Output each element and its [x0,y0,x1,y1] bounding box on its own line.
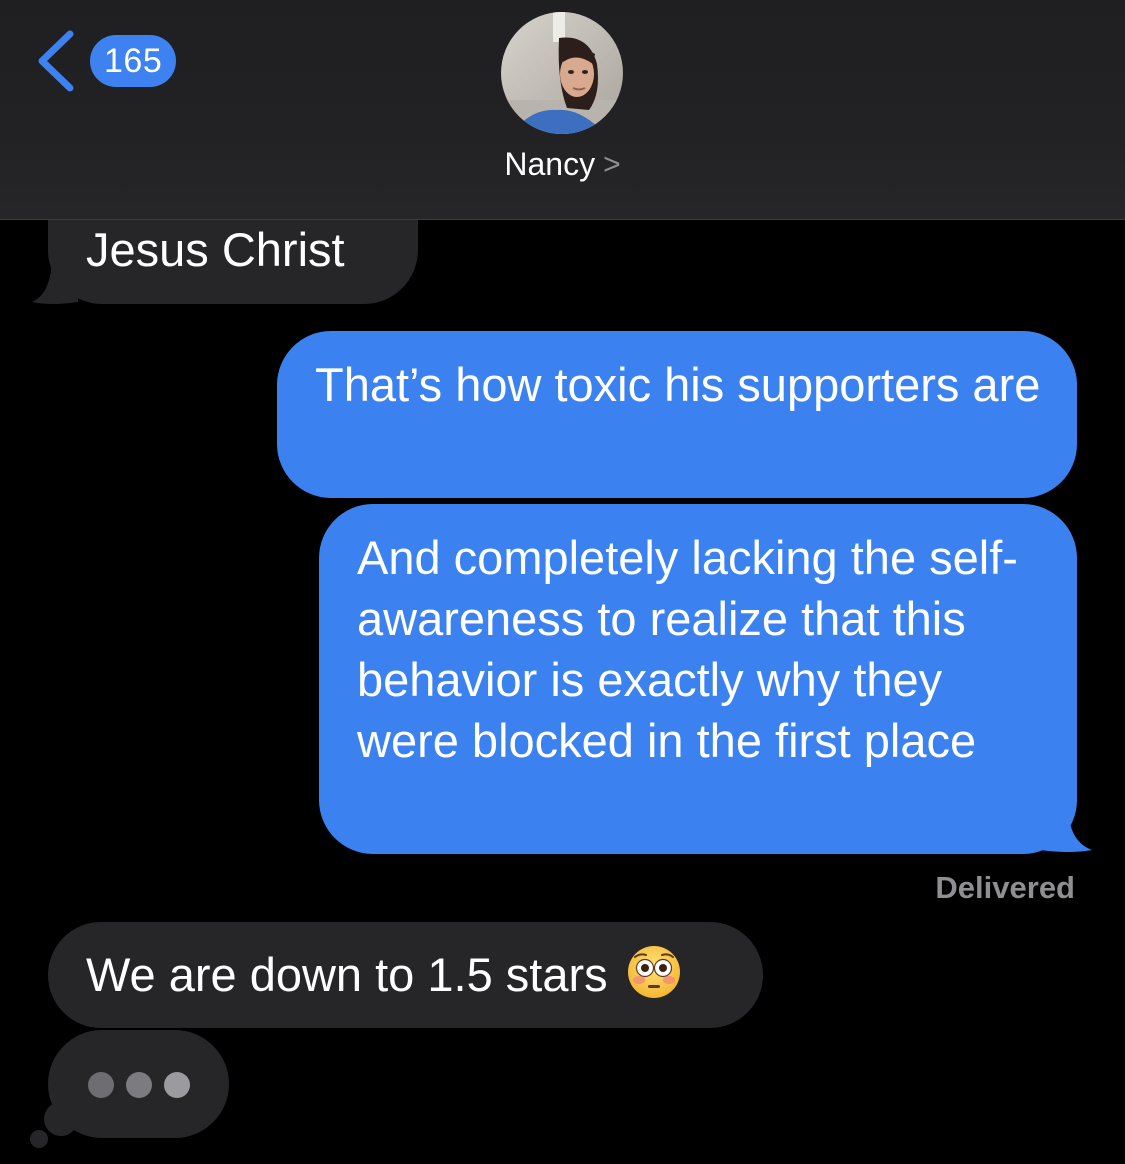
flushed-face-emoji-icon [627,946,680,998]
typing-dot [126,1072,152,1098]
incoming-bubble-tail [32,262,78,304]
back-chevron-icon [38,30,74,92]
contact-avatar[interactable] [501,12,623,134]
contact-photo [501,12,623,134]
outgoing-message-bubble[interactable]: That’s how toxic his supporters are [277,331,1077,498]
delivered-status: Delivered [935,870,1075,905]
typing-dot [88,1072,114,1098]
message-text: Jesus Christ [86,223,345,276]
outgoing-bubble-tail [1040,810,1092,852]
contact-name: Nancy [504,146,596,182]
incoming-message-bubble[interactable]: We are down to 1.5 stars [48,922,763,1028]
conversation-header: 165 Nancy > [0,0,1125,220]
typing-indicator-tail [44,1102,78,1136]
message-text: That’s how toxic his supporters are [315,358,1041,411]
outgoing-message-bubble[interactable]: And completely lacking the self-awarenes… [319,504,1077,854]
message-text: We are down to 1.5 stars [86,948,608,1001]
contact-name-button[interactable]: Nancy > [0,146,1125,183]
unread-count-badge: 165 [90,35,177,87]
chevron-right-icon: > [603,148,621,181]
typing-indicator-tail-dot [30,1130,48,1148]
back-button[interactable]: 165 [34,28,177,94]
message-text: And completely lacking the self-awarenes… [357,531,1018,767]
typing-dot [164,1072,190,1098]
